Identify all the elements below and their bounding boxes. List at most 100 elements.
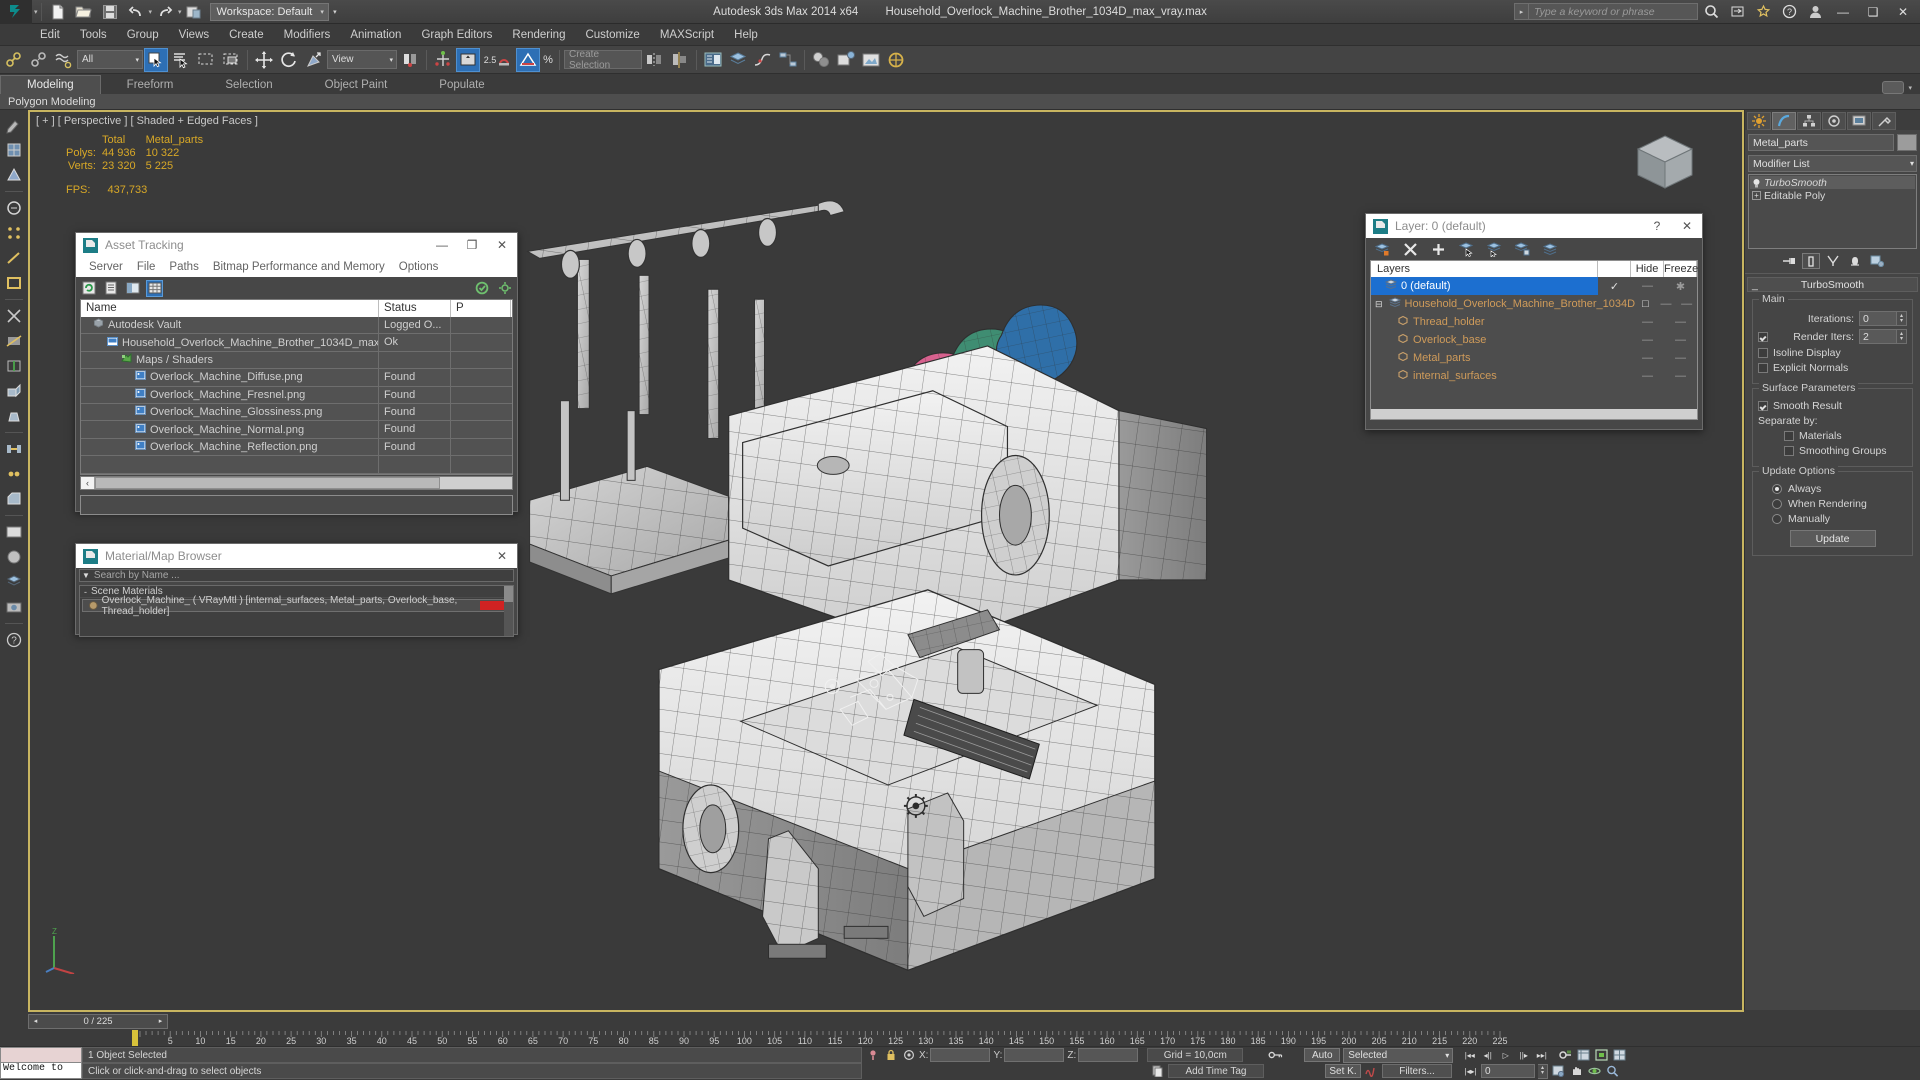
- update-always-radio[interactable]: [1772, 484, 1782, 494]
- asset-tracking-dialog[interactable]: Asset Tracking — ❐ ✕ Server File Paths B…: [75, 232, 518, 515]
- menu-tools[interactable]: Tools: [70, 27, 117, 43]
- layer-hide-cell[interactable]: —: [1631, 331, 1664, 349]
- key-filter-combo[interactable]: Selected ▾: [1343, 1047, 1454, 1063]
- menu-rendering[interactable]: Rendering: [502, 27, 575, 43]
- key-mode-toggle-icon[interactable]: [1268, 1048, 1283, 1062]
- menu-help[interactable]: Help: [724, 27, 768, 43]
- column-name[interactable]: Name: [81, 300, 379, 317]
- polygon-modeling-icon[interactable]: [3, 139, 25, 161]
- table-row[interactable]: Maps / Shaders: [81, 351, 512, 370]
- list-view-icon[interactable]: [102, 280, 119, 297]
- column-current[interactable]: [1598, 261, 1631, 277]
- swiftloop-icon[interactable]: [3, 355, 25, 377]
- render-setup-icon[interactable]: [834, 48, 858, 72]
- tab-populate[interactable]: Populate: [413, 75, 510, 94]
- align-icon[interactable]: [668, 48, 692, 72]
- menu-file[interactable]: File: [130, 260, 163, 274]
- explicit-normals-checkbox[interactable]: [1758, 363, 1768, 373]
- tab-display[interactable]: [1847, 112, 1871, 130]
- table-row[interactable]: Autodesk Vault Logged O...: [81, 317, 512, 335]
- layer-hide-cell[interactable]: —: [1631, 367, 1664, 385]
- material-search-row[interactable]: ▼ Search by Name ...: [79, 569, 514, 582]
- current-frame-input[interactable]: 0: [1481, 1064, 1535, 1078]
- expand-icon[interactable]: +: [1752, 191, 1761, 200]
- smoothing-groups-checkbox[interactable]: [1784, 446, 1794, 456]
- modifier-stack[interactable]: TurboSmooth + Editable Poly: [1748, 174, 1917, 249]
- layer-row[interactable]: Overlock_base — —: [1371, 331, 1697, 349]
- show-end-result-icon[interactable]: [1801, 253, 1820, 269]
- reference-coord-system-combo[interactable]: View ▾: [327, 50, 397, 69]
- smooth-result-checkbox[interactable]: [1758, 401, 1768, 411]
- x-input[interactable]: [930, 1048, 991, 1062]
- menu-modifiers[interactable]: Modifiers: [274, 27, 341, 43]
- material-list-item[interactable]: Overlock_Machine_ ( VRayMtl ) [internal_…: [82, 595, 511, 617]
- toggle-scene-explorer-icon[interactable]: [701, 48, 725, 72]
- undo-icon[interactable]: [123, 1, 149, 23]
- unlink-selection-icon[interactable]: [27, 48, 51, 72]
- edit-poly-icon[interactable]: [3, 164, 25, 186]
- scroll-left-icon[interactable]: ‹: [81, 476, 95, 489]
- key-curve-icon[interactable]: [1364, 1064, 1379, 1078]
- collapse-icon[interactable]: _: [1752, 279, 1758, 291]
- layer-current-cell[interactable]: ✓: [1598, 277, 1631, 295]
- menu-edit[interactable]: Edit: [30, 27, 70, 43]
- save-file-icon[interactable]: [97, 1, 123, 23]
- bind-to-space-warp-icon[interactable]: [52, 48, 76, 72]
- layer-freeze-cell[interactable]: —: [1664, 313, 1697, 331]
- table-row[interactable]: Overlock_Machine_Reflection.png Found: [81, 438, 512, 457]
- layer-table[interactable]: Layers Hide Freeze 0 (default) ✓ — ✱ ⊟ Househ…: [1370, 260, 1698, 420]
- delete-layer-icon[interactable]: [1402, 241, 1419, 258]
- asset-name-cell[interactable]: Autodesk Vault: [81, 317, 379, 334]
- close-button[interactable]: ✕: [487, 544, 517, 568]
- extrude-icon[interactable]: [3, 380, 25, 402]
- menu-views[interactable]: Views: [169, 27, 219, 43]
- tab-motion[interactable]: [1822, 112, 1846, 130]
- layer-name-cell[interactable]: internal_surfaces: [1371, 367, 1598, 385]
- update-button[interactable]: Update: [1789, 530, 1876, 547]
- tab-utilities[interactable]: [1872, 112, 1896, 130]
- maximize-viewport-icon[interactable]: [1612, 1048, 1627, 1062]
- new-file-icon[interactable]: [45, 1, 71, 23]
- table-row[interactable]: Overlock_Machine_Fresnel.png Found: [81, 386, 512, 404]
- layer-hide-cell[interactable]: —: [1631, 349, 1664, 367]
- search-expand-icon[interactable]: ▸: [1514, 3, 1528, 20]
- select-and-rotate-icon[interactable]: [277, 48, 301, 72]
- key-nav-prev-icon[interactable]: |◂▸|: [1463, 1064, 1478, 1078]
- tab-selection[interactable]: Selection: [199, 75, 298, 94]
- menu-options[interactable]: Options: [392, 260, 446, 274]
- close-button[interactable]: ✕: [487, 233, 517, 257]
- curve-editor-icon[interactable]: [751, 48, 775, 72]
- layer-freeze-cell[interactable]: —: [1664, 349, 1697, 367]
- table-row[interactable]: Overlock_Machine_Normal.png Found: [81, 421, 512, 439]
- table-row[interactable]: Overlock_Machine_Diffuse.png Found: [81, 369, 512, 387]
- asset-name-cell[interactable]: Overlock_Machine_Reflection.png: [81, 438, 379, 456]
- use-pivot-point-center-icon[interactable]: [398, 48, 422, 72]
- menu-bitmap-performance[interactable]: Bitmap Performance and Memory: [206, 260, 392, 274]
- layer-hide-cell[interactable]: —: [1631, 313, 1664, 331]
- material-search-input[interactable]: Search by Name ...: [94, 570, 180, 581]
- material-browser-list[interactable]: - Scene Materials Overlock_Machine_ ( VR…: [79, 585, 514, 637]
- zoom-extents-icon[interactable]: [1594, 1048, 1609, 1062]
- bevel-icon[interactable]: [3, 405, 25, 427]
- column-status[interactable]: Status: [379, 300, 451, 317]
- layer-current-cell[interactable]: [1598, 349, 1631, 367]
- play-animation-icon[interactable]: ▷: [1498, 1048, 1513, 1062]
- path-view-icon[interactable]: [124, 280, 141, 297]
- snapshot-icon[interactable]: [3, 596, 25, 618]
- asset-name-cell[interactable]: Overlock_Machine_Normal.png: [81, 421, 379, 438]
- asset-name-cell[interactable]: Overlock_Machine_Glossiness.png: [81, 403, 379, 421]
- material-vertical-scrollbar[interactable]: [504, 586, 513, 636]
- open-file-icon[interactable]: [71, 1, 97, 23]
- tab-modify[interactable]: [1772, 112, 1796, 130]
- snaps-toggle-icon[interactable]: [456, 47, 480, 72]
- time-configuration-icon[interactable]: [1576, 1048, 1591, 1062]
- column-layers[interactable]: Layers: [1371, 261, 1598, 277]
- layer-current-cell[interactable]: □: [1635, 295, 1656, 313]
- add-time-tag-button[interactable]: Add Time Tag: [1168, 1064, 1264, 1078]
- close-button[interactable]: ✕: [1888, 1, 1918, 23]
- create-new-layer-icon[interactable]: [1374, 241, 1391, 258]
- key-mode-icon[interactable]: [1558, 1048, 1573, 1062]
- maxscript-input-line[interactable]: [0, 1047, 82, 1063]
- menu-animation[interactable]: Animation: [340, 27, 411, 43]
- current-frame-spinner[interactable]: ▴ ▾: [1538, 1063, 1548, 1079]
